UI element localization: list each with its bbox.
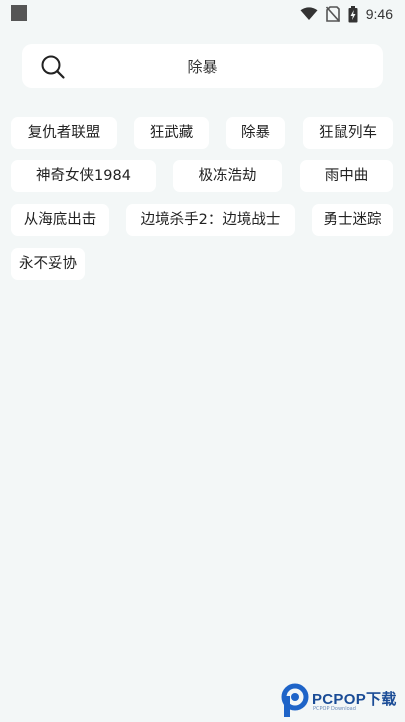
search-bar[interactable]: 除暴 <box>22 44 383 88</box>
history-tag[interactable]: 勇士迷踪 <box>312 204 393 236</box>
watermark-sub: PCPOP Download <box>313 706 356 712</box>
history-tag[interactable]: 狂鼠列车 <box>303 117 393 149</box>
history-tag[interactable]: 狂武藏 <box>134 117 209 149</box>
history-tag[interactable]: 从海底出击 <box>11 204 109 236</box>
watermark: PCPOP下载 PCPOP Download <box>280 682 405 718</box>
status-bar: 9:46 <box>0 0 405 28</box>
history-tag[interactable]: 极冻浩劫 <box>173 160 282 192</box>
battery-charging-icon <box>348 5 358 23</box>
history-tag[interactable]: 永不妥协 <box>11 248 85 280</box>
history-tag[interactable]: 除暴 <box>226 117 285 149</box>
no-sim-icon <box>325 6 340 22</box>
history-tag[interactable]: 复仇者联盟 <box>11 117 117 149</box>
wifi-icon <box>300 7 318 21</box>
status-time: 9:46 <box>365 6 393 22</box>
status-indicators: 9:46 <box>300 4 393 24</box>
search-input[interactable]: 除暴 <box>22 56 383 77</box>
pcpop-logo-icon <box>280 682 310 718</box>
history-tag[interactable]: 神奇女侠1984 <box>11 160 156 192</box>
history-tag[interactable]: 边境杀手2：边境战士 <box>126 204 295 236</box>
notification-icon <box>11 5 27 21</box>
history-tag[interactable]: 雨中曲 <box>300 160 393 192</box>
